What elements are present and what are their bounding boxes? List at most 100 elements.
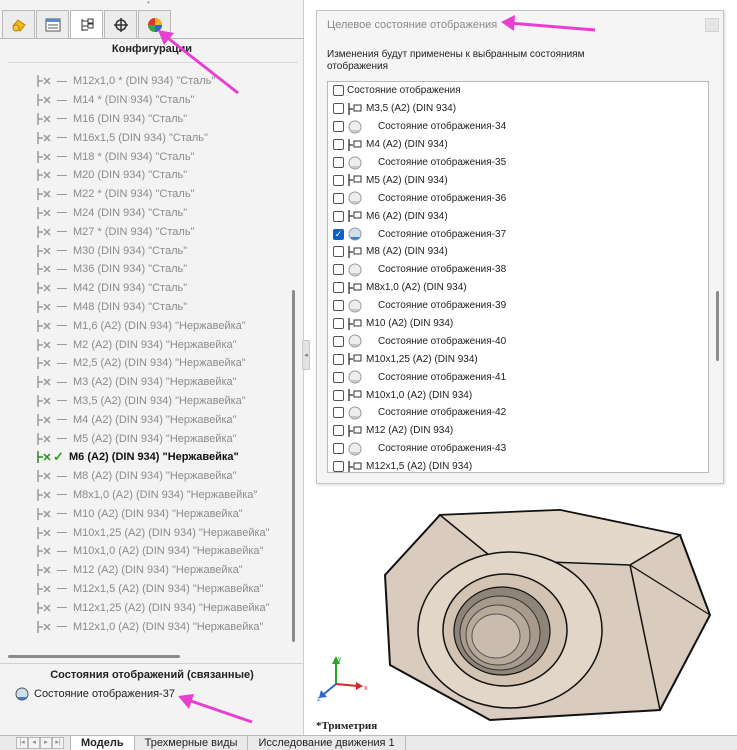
config-row[interactable]: M10x1,25 (A2) (DIN 934) "Нержавейка": [0, 523, 290, 542]
tree-horizontal-scrollbar[interactable]: [8, 655, 180, 658]
config-row[interactable]: M16 (DIN 934) "Сталь": [0, 110, 290, 129]
display-state-row[interactable]: Состояние отображения-35: [328, 154, 708, 172]
last-tab-button[interactable]: ▸|: [52, 737, 64, 749]
config-label: M8x1,0 (A2) (DIN 934) "Нержавейка": [73, 488, 258, 501]
config-row[interactable]: M12x1,25 (A2) (DIN 934) "Нержавейка": [0, 598, 290, 617]
config-row[interactable]: M22 * (DIN 934) "Сталь": [0, 185, 290, 204]
item-checkbox[interactable]: [333, 103, 344, 115]
display-state-row[interactable]: Состояние отображения-40: [328, 332, 708, 350]
configuration-row[interactable]: M4 (A2) (DIN 934): [328, 136, 708, 154]
item-checkbox[interactable]: [333, 246, 344, 258]
config-row[interactable]: M12x1,0 * (DIN 934) "Сталь": [0, 72, 290, 91]
config-row[interactable]: M10 (A2) (DIN 934) "Нержавейка": [0, 504, 290, 523]
config-row[interactable]: ✓ M6 (A2) (DIN 934) "Нержавейка": [0, 448, 290, 467]
config-row[interactable]: M3,5 (A2) (DIN 934) "Нержавейка": [0, 392, 290, 411]
item-checkbox[interactable]: [333, 389, 344, 401]
item-checkbox[interactable]: [333, 157, 344, 168]
configuration-row[interactable]: M5 (A2) (DIN 934): [328, 171, 708, 189]
config-row[interactable]: M2 (A2) (DIN 934) "Нержавейка": [0, 335, 290, 354]
feature-manager-tab[interactable]: [2, 10, 35, 39]
config-row[interactable]: M12x1,5 (A2) (DIN 934) "Нержавейка": [0, 580, 290, 599]
config-row[interactable]: M20 (DIN 934) "Сталь": [0, 166, 290, 185]
configuration-row[interactable]: M8 (A2) (DIN 934): [328, 243, 708, 261]
config-row[interactable]: M5 (A2) (DIN 934) "Нержавейка": [0, 429, 290, 448]
item-checkbox[interactable]: [333, 282, 344, 294]
item-checkbox[interactable]: [333, 371, 344, 383]
configuration-row[interactable]: M12 (A2) (DIN 934): [328, 422, 708, 440]
item-checkbox[interactable]: [333, 139, 344, 151]
configuration-row[interactable]: M10x1,25 (A2) (DIN 934): [328, 350, 708, 368]
display-state-row[interactable]: ✓ Состояние отображения-37: [328, 225, 708, 243]
config-label: M2,5 (A2) (DIN 934) "Нержавейка": [73, 357, 246, 370]
item-checkbox[interactable]: [333, 85, 344, 97]
configuration-row[interactable]: M6 (A2) (DIN 934): [328, 207, 708, 225]
dimxpert-tab[interactable]: [104, 10, 137, 39]
configuration-row[interactable]: M10 (A2) (DIN 934): [328, 315, 708, 333]
display-state-item[interactable]: Состояние отображения-37: [14, 686, 175, 702]
display-state-row[interactable]: Состояние отображения-43: [328, 440, 708, 458]
config-row[interactable]: M12 (A2) (DIN 934) "Нержавейка": [0, 561, 290, 580]
item-checkbox[interactable]: [333, 210, 344, 222]
row-dash: [57, 400, 67, 402]
display-state-row[interactable]: Состояние отображения-39: [328, 297, 708, 315]
item-checkbox[interactable]: [333, 335, 344, 347]
config-row[interactable]: M48 (DIN 934) "Сталь": [0, 298, 290, 317]
configuration-row[interactable]: M12x1,5 (A2) (DIN 934): [328, 458, 708, 472]
config-row[interactable]: M18 * (DIN 934) "Сталь": [0, 147, 290, 166]
config-row[interactable]: M36 (DIN 934) "Сталь": [0, 260, 290, 279]
config-row[interactable]: M16x1,5 (DIN 934) "Сталь": [0, 128, 290, 147]
config-row[interactable]: M12x1,0 (A2) (DIN 934) "Нержавейка": [0, 617, 290, 636]
item-checkbox[interactable]: [333, 121, 344, 133]
item-checkbox[interactable]: ✓: [333, 228, 344, 240]
item-checkbox[interactable]: [333, 318, 344, 330]
configuration-icon: [37, 112, 51, 125]
item-checkbox[interactable]: [333, 353, 344, 365]
next-tab-button[interactable]: ▸: [40, 737, 52, 749]
display-manager-tab[interactable]: [138, 10, 171, 39]
config-row[interactable]: M27 * (DIN 934) "Сталь": [0, 222, 290, 241]
item-checkbox[interactable]: [333, 174, 344, 186]
configuration-manager-tab[interactable]: [70, 10, 103, 39]
display-state-row[interactable]: Состояние отображения-41: [328, 368, 708, 386]
item-checkbox[interactable]: [333, 300, 344, 312]
tree-vertical-scrollbar[interactable]: [292, 290, 295, 642]
hex-nut-model[interactable]: [380, 505, 715, 725]
config-row[interactable]: M14 * (DIN 934) "Сталь": [0, 91, 290, 110]
item-checkbox[interactable]: [333, 192, 344, 204]
item-checkbox[interactable]: [333, 425, 344, 437]
item-checkbox[interactable]: [333, 407, 344, 419]
item-checkbox[interactable]: [333, 443, 344, 455]
display-state-row[interactable]: Состояние отображения-38: [328, 261, 708, 279]
display-state-icon: [348, 191, 362, 205]
panel-grip[interactable]: •: [147, 0, 155, 7]
bottom-tab[interactable]: Трехмерные виды: [135, 736, 249, 750]
config-row[interactable]: M2,5 (A2) (DIN 934) "Нержавейка": [0, 354, 290, 373]
config-row[interactable]: M30 (DIN 934) "Сталь": [0, 241, 290, 260]
configuration-row[interactable]: M10x1,0 (A2) (DIN 934): [328, 386, 708, 404]
config-row[interactable]: M8x1,0 (A2) (DIN 934) "Нержавейка": [0, 486, 290, 505]
display-state-row[interactable]: Состояние отображения-36: [328, 189, 708, 207]
item-checkbox[interactable]: [333, 461, 344, 472]
config-row[interactable]: M24 (DIN 934) "Сталь": [0, 204, 290, 223]
config-row[interactable]: M3 (A2) (DIN 934) "Нержавейка": [0, 373, 290, 392]
dialog-close-button[interactable]: [705, 18, 719, 32]
config-row[interactable]: M42 (DIN 934) "Сталь": [0, 279, 290, 298]
display-state-row[interactable]: Состояние отображения-34: [328, 118, 708, 136]
property-manager-tab[interactable]: [36, 10, 69, 39]
panel-splitter-handle[interactable]: ◂: [302, 340, 310, 370]
config-row[interactable]: M10x1,0 (A2) (DIN 934) "Нержавейка": [0, 542, 290, 561]
list-header-row[interactable]: Состояние отображения: [328, 82, 708, 100]
configuration-row[interactable]: M8x1,0 (A2) (DIN 934): [328, 279, 708, 297]
item-checkbox[interactable]: [333, 264, 344, 276]
display-state-row[interactable]: Состояние отображения-42: [328, 404, 708, 422]
bottom-tab[interactable]: Исследование движения 1: [248, 736, 406, 750]
configuration-row[interactable]: M3,5 (A2) (DIN 934): [328, 100, 708, 118]
row-dash: [57, 419, 67, 421]
config-row[interactable]: M1,6 (A2) (DIN 934) "Нержавейка": [0, 316, 290, 335]
list-scrollbar[interactable]: [716, 291, 719, 361]
config-row[interactable]: M4 (A2) (DIN 934) "Нержавейка": [0, 410, 290, 429]
bottom-tab[interactable]: Модель: [70, 736, 135, 750]
first-tab-button[interactable]: |◂: [16, 737, 28, 749]
config-row[interactable]: M8 (A2) (DIN 934) "Нержавейка": [0, 467, 290, 486]
prev-tab-button[interactable]: ◂: [28, 737, 40, 749]
